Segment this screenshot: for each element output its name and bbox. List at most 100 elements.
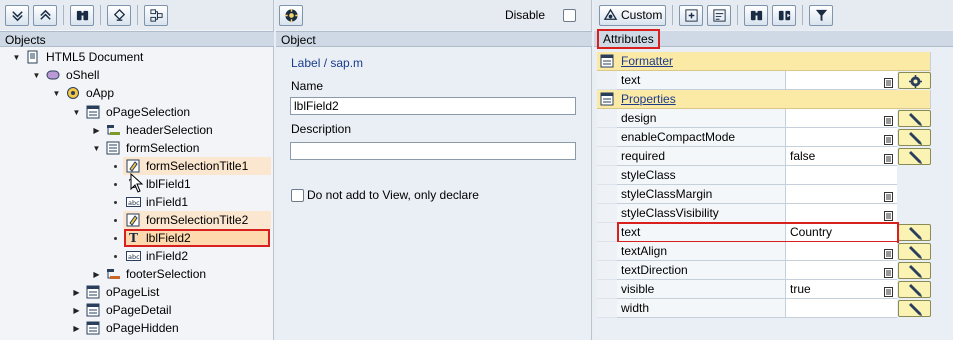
tree-node[interactable]: ▶ oPageDetail: [0, 301, 273, 319]
collapse-toggle-icon[interactable]: ▼: [52, 89, 61, 98]
custom-button[interactable]: Custom: [599, 4, 667, 26]
attribute-value-input[interactable]: [786, 204, 897, 223]
attribute-row[interactable]: width: [597, 299, 931, 318]
attribute-value-input[interactable]: true: [786, 280, 897, 299]
attribute-row[interactable]: text Country: [597, 222, 931, 243]
name-input[interactable]: lblField2: [290, 97, 576, 115]
tree-node[interactable]: ▼ formSelection: [0, 139, 273, 157]
collapse-toggle-icon[interactable]: ▼: [12, 53, 21, 62]
leaf-bullet: [114, 255, 117, 258]
edit-binding-button[interactable]: [898, 262, 931, 279]
declare-only-checkbox[interactable]: [291, 189, 304, 202]
value-help-icon[interactable]: [884, 75, 893, 88]
expand-toggle-icon[interactable]: ▶: [92, 270, 101, 279]
edit-binding-button[interactable]: [898, 129, 931, 146]
structure-button[interactable]: [144, 4, 168, 26]
attribute-row-indent: [597, 166, 617, 185]
expand-toggle-icon[interactable]: ▶: [92, 126, 101, 135]
attribute-row[interactable]: design: [597, 109, 931, 128]
document-icon: [26, 50, 41, 64]
attribute-value-input[interactable]: [786, 166, 897, 185]
attribute-value-input[interactable]: [786, 261, 897, 280]
toolbar-separator: [802, 5, 804, 25]
attribute-group-properties[interactable]: Properties: [597, 90, 931, 109]
attribute-value-input[interactable]: Country: [786, 223, 897, 242]
attribute-value-input[interactable]: [786, 185, 897, 204]
tree-node[interactable]: ▶ oPageList: [0, 283, 273, 301]
expand-all-button[interactable]: [5, 4, 29, 26]
attribute-value-input[interactable]: [786, 299, 897, 318]
attribute-row[interactable]: enableCompactMode: [597, 128, 931, 147]
find-button[interactable]: [70, 4, 94, 26]
attribute-value-input[interactable]: false: [786, 147, 897, 166]
sort-attributes-button[interactable]: [707, 4, 732, 26]
collapse-all-button[interactable]: [33, 4, 57, 26]
attribute-value-input[interactable]: [786, 242, 897, 261]
attribute-row[interactable]: text: [597, 71, 931, 90]
binoculars-icon: [750, 10, 762, 20]
attribute-row[interactable]: styleClass: [597, 166, 931, 185]
find-attribute-button[interactable]: [744, 4, 769, 26]
tree-node[interactable]: ▶ headerSelection: [0, 121, 273, 139]
attribute-row[interactable]: visible true: [597, 280, 931, 299]
tree-node[interactable]: ▶ oPageHidden: [0, 319, 273, 337]
value-help-icon[interactable]: [884, 151, 893, 164]
tree-node[interactable]: ▼ oShell: [0, 66, 273, 84]
description-input[interactable]: [290, 142, 576, 160]
edit-binding-button[interactable]: [898, 300, 931, 317]
tree-node[interactable]: abc inField2: [0, 247, 273, 265]
attribute-group-formatter[interactable]: Formatter: [597, 52, 931, 71]
value-help-icon[interactable]: [884, 246, 893, 259]
tree-node[interactable]: ▼ oApp: [0, 84, 273, 102]
attribute-group-label[interactable]: Formatter: [597, 52, 931, 71]
formatter-edit-button[interactable]: [898, 72, 931, 89]
tree-node[interactable]: ▶ footerSelection: [0, 265, 273, 283]
attribute-value-input[interactable]: [786, 128, 897, 147]
attribute-value-input[interactable]: [786, 109, 897, 128]
attribute-row[interactable]: textAlign: [597, 242, 931, 261]
edit-binding-button[interactable]: [898, 110, 931, 127]
edit-binding-button[interactable]: [898, 224, 931, 241]
disable-checkbox[interactable]: [563, 8, 576, 22]
page-icon: [86, 303, 101, 317]
settings-button[interactable]: [279, 4, 303, 26]
attribute-row[interactable]: styleClassVisibility: [597, 204, 931, 223]
expand-toggle-icon[interactable]: ▶: [72, 324, 81, 333]
tree-node-label: oPageDetail: [106, 303, 172, 317]
tree-node[interactable]: ▼ HTML5 Document: [0, 48, 273, 66]
value-help-icon[interactable]: [884, 189, 893, 202]
value-help-icon[interactable]: [884, 284, 893, 297]
expand-toggle-icon[interactable]: ▶: [72, 306, 81, 315]
tree-node[interactable]: ▼ oPageSelection: [0, 103, 273, 121]
attribute-row[interactable]: styleClassMargin: [597, 185, 931, 204]
add-attribute-button[interactable]: [679, 4, 704, 26]
object-panel: Disable Object Label / sap.m Name lblFie…: [276, 0, 592, 340]
tree-node[interactable]: TlblField2: [0, 229, 273, 247]
collapse-toggle-icon[interactable]: ▼: [32, 71, 41, 80]
edit-binding-button[interactable]: [898, 243, 931, 260]
value-help-icon[interactable]: [884, 208, 893, 221]
value-help-icon[interactable]: [884, 265, 893, 278]
collapse-toggle-icon[interactable]: ▼: [72, 108, 81, 117]
expand-toggle-icon[interactable]: ▶: [72, 288, 81, 297]
leaf-bullet: [114, 237, 117, 240]
tree-node[interactable]: formSelectionTitle2: [0, 211, 273, 229]
value-help-icon[interactable]: [884, 113, 893, 126]
collapse-toggle-icon[interactable]: ▼: [92, 144, 101, 153]
find-next-button[interactable]: [772, 4, 797, 26]
input-icon: abc: [126, 195, 141, 209]
page-icon: [86, 285, 101, 299]
attribute-row[interactable]: textDirection: [597, 261, 931, 280]
attributes-panel: Custom Attributes Formatter text Propertie…: [594, 0, 953, 340]
value-help-icon[interactable]: [884, 132, 893, 145]
shell-icon: [46, 68, 61, 82]
filter-button[interactable]: [809, 4, 834, 26]
move-button[interactable]: [107, 4, 131, 26]
edit-binding-button[interactable]: [898, 281, 931, 298]
tree-node[interactable]: abc inField1: [0, 193, 273, 211]
attribute-row[interactable]: required false: [597, 147, 931, 166]
attribute-value-input[interactable]: [786, 71, 897, 90]
edit-binding-button[interactable]: [898, 148, 931, 165]
attribute-group-label[interactable]: Properties: [597, 90, 931, 109]
object-type-link[interactable]: Label / sap.m: [291, 56, 363, 70]
